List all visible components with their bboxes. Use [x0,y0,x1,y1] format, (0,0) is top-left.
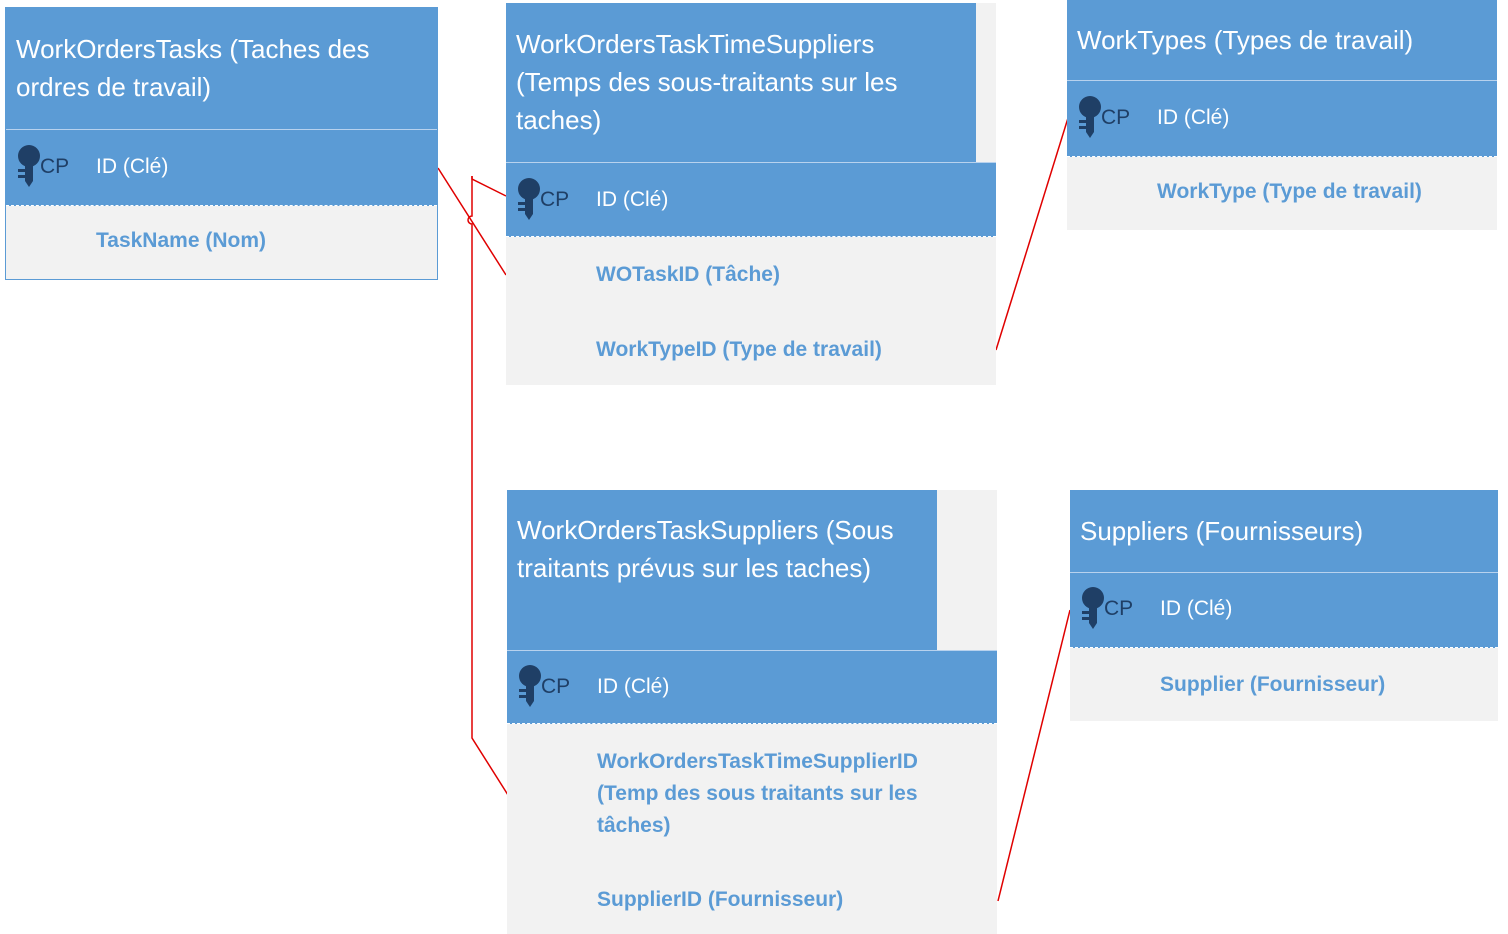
field-worktypeid[interactable]: WorkTypeID (Type de travail) [596,334,882,366]
pk-label: CP [40,155,70,178]
primary-key-row[interactable]: CP ID (Clé) [506,162,996,237]
entity-title: WorkTypes (Types de travail) [1067,0,1497,80]
link-crowfoot-top [471,176,507,197]
link-worktype [995,117,1069,351]
entity-title: WorkOrdersTaskTimeSuppliers (Temps des s… [506,3,976,162]
pk-field: ID (Clé) [96,155,169,178]
pk-label: CP [1101,106,1131,129]
field-worktype[interactable]: WorkType (Type de travail) [1157,176,1422,208]
pk-field: ID (Clé) [597,675,670,698]
field-supplier[interactable]: Supplier (Fournisseur) [1160,669,1385,701]
entity-work-orders-task-suppliers[interactable]: WorkOrdersTaskSuppliers (Sous traitants … [507,490,997,934]
entity-work-orders-task-time-suppliers[interactable]: WorkOrdersTaskTimeSuppliers (Temps des s… [506,3,996,385]
primary-key-row[interactable]: CP ID (Clé) [1070,572,1498,648]
pk-label: CP [540,188,570,211]
field-taskname[interactable]: TaskName (Nom) [96,225,266,257]
er-diagram: WorkOrdersTasks (Taches des ordres de tr… [0,0,1508,934]
entity-work-orders-tasks[interactable]: WorkOrdersTasks (Taches des ordres de tr… [5,7,438,280]
pk-label: CP [541,675,571,698]
field-wotaskid[interactable]: WOTaskID (Tâche) [596,259,780,291]
field-supplierid[interactable]: SupplierID (Fournisseur) [597,884,843,916]
primary-key-row[interactable]: CP ID (Clé) [507,650,997,724]
link-task-to-wotaskid [437,167,507,276]
pk-field: ID (Clé) [596,188,669,211]
pk-label: CP [1104,597,1134,620]
entity-title: Suppliers (Fournisseurs) [1070,490,1498,572]
entity-work-types[interactable]: WorkTypes (Types de travail) CP ID (Clé)… [1067,0,1497,230]
link-task-to-tasksuppliers [467,176,509,796]
field-workorderstasktimesupplierid[interactable]: WorkOrdersTaskTimeSupplierID (Temp des s… [597,746,967,842]
pk-field: ID (Clé) [1160,597,1233,620]
primary-key-row[interactable]: CP ID (Clé) [1067,80,1497,157]
entity-title: WorkOrdersTaskSuppliers (Sous traitants … [507,490,937,650]
entity-title: WorkOrdersTasks (Taches des ordres de tr… [6,8,437,129]
primary-key-row[interactable]: CP ID (Clé) [6,129,437,206]
pk-field: ID (Clé) [1157,106,1230,129]
link-supplier [997,609,1071,902]
entity-suppliers[interactable]: Suppliers (Fournisseurs) CP ID (Clé) Sup… [1070,490,1498,721]
